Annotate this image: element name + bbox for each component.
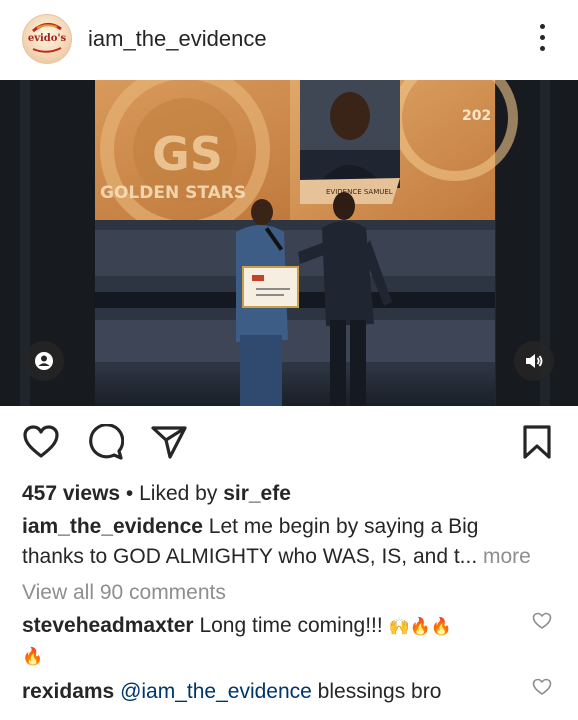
- sound-icon: [526, 354, 543, 368]
- sound-toggle-button[interactable]: [514, 341, 554, 381]
- view-all-comments-link[interactable]: View all 90 comments: [22, 580, 226, 606]
- save-button[interactable]: [520, 424, 554, 460]
- screen-year-text: 202: [462, 108, 491, 124]
- avatar-logo-text: evido's: [27, 33, 67, 44]
- comment-2-like-button[interactable]: [532, 678, 552, 696]
- caption-text-1: Let me begin by saying a Big: [202, 515, 479, 538]
- more-icon: [539, 24, 545, 29]
- comment-1-emojis-line-2: 🔥: [22, 647, 44, 666]
- caption-username[interactable]: iam_the_evidence: [22, 515, 203, 538]
- caption-text-2: thanks to GOD ALMIGHTY who WAS, IS, and …: [22, 545, 478, 568]
- comment-icon: [89, 424, 124, 460]
- caption-line-1: iam_the_evidence Let me begin by saying …: [22, 514, 478, 540]
- comment-2-mention[interactable]: @iam_the_evidence: [114, 680, 312, 703]
- comment-2-username[interactable]: rexidams: [22, 680, 114, 703]
- like-button[interactable]: [22, 424, 60, 460]
- heart-icon: [23, 425, 59, 458]
- comment-1-text: Long time coming!!!: [193, 614, 389, 637]
- comment-2: rexidams @iam_the_evidence blessings bro: [22, 679, 441, 705]
- user-tag-icon: [35, 352, 53, 370]
- post-video[interactable]: GS GOLDEN STARS EVIDENCE SAMUEL 202: [0, 80, 578, 406]
- bookmark-icon: [523, 425, 551, 459]
- comment-1-emojis: 🙌🔥🔥: [388, 617, 453, 636]
- stats-separator: •: [120, 482, 140, 505]
- share-button[interactable]: [150, 424, 188, 460]
- share-icon: [151, 426, 187, 459]
- post-username[interactable]: iam_the_evidence: [88, 26, 267, 52]
- comment-1-username[interactable]: steveheadmaxter: [22, 614, 194, 637]
- screen-name-text: EVIDENCE SAMUEL: [326, 188, 393, 196]
- view-count[interactable]: 457 views: [22, 482, 120, 505]
- heart-icon: [532, 612, 552, 629]
- liked-by-user[interactable]: sir_efe: [223, 482, 291, 505]
- caption-more-link[interactable]: more: [477, 545, 531, 568]
- comment-1: steveheadmaxter Long time coming!!! 🙌🔥🔥: [22, 613, 452, 640]
- more-options-button[interactable]: [530, 24, 554, 54]
- comment-button[interactable]: [86, 424, 124, 460]
- screen-title-text: GOLDEN STARS: [100, 183, 246, 203]
- liked-by-prefix: Liked by: [139, 482, 224, 505]
- heart-icon: [532, 678, 552, 695]
- stats-line: 457 views • Liked by sir_efe: [22, 481, 291, 507]
- comment-2-text: blessings bro: [311, 680, 442, 703]
- user-tag-button[interactable]: [24, 341, 64, 381]
- post-header: evido's iam_the_evidence: [0, 0, 578, 80]
- svg-text:GS: GS: [152, 127, 223, 181]
- avatar[interactable]: evido's: [22, 14, 72, 64]
- comment-1-line-2: 🔥: [22, 643, 43, 670]
- video-frame: GS GOLDEN STARS EVIDENCE SAMUEL 202: [0, 80, 578, 406]
- caption-line-2: thanks to GOD ALMIGHTY who WAS, IS, and …: [22, 544, 531, 570]
- comment-1-like-button[interactable]: [532, 612, 552, 630]
